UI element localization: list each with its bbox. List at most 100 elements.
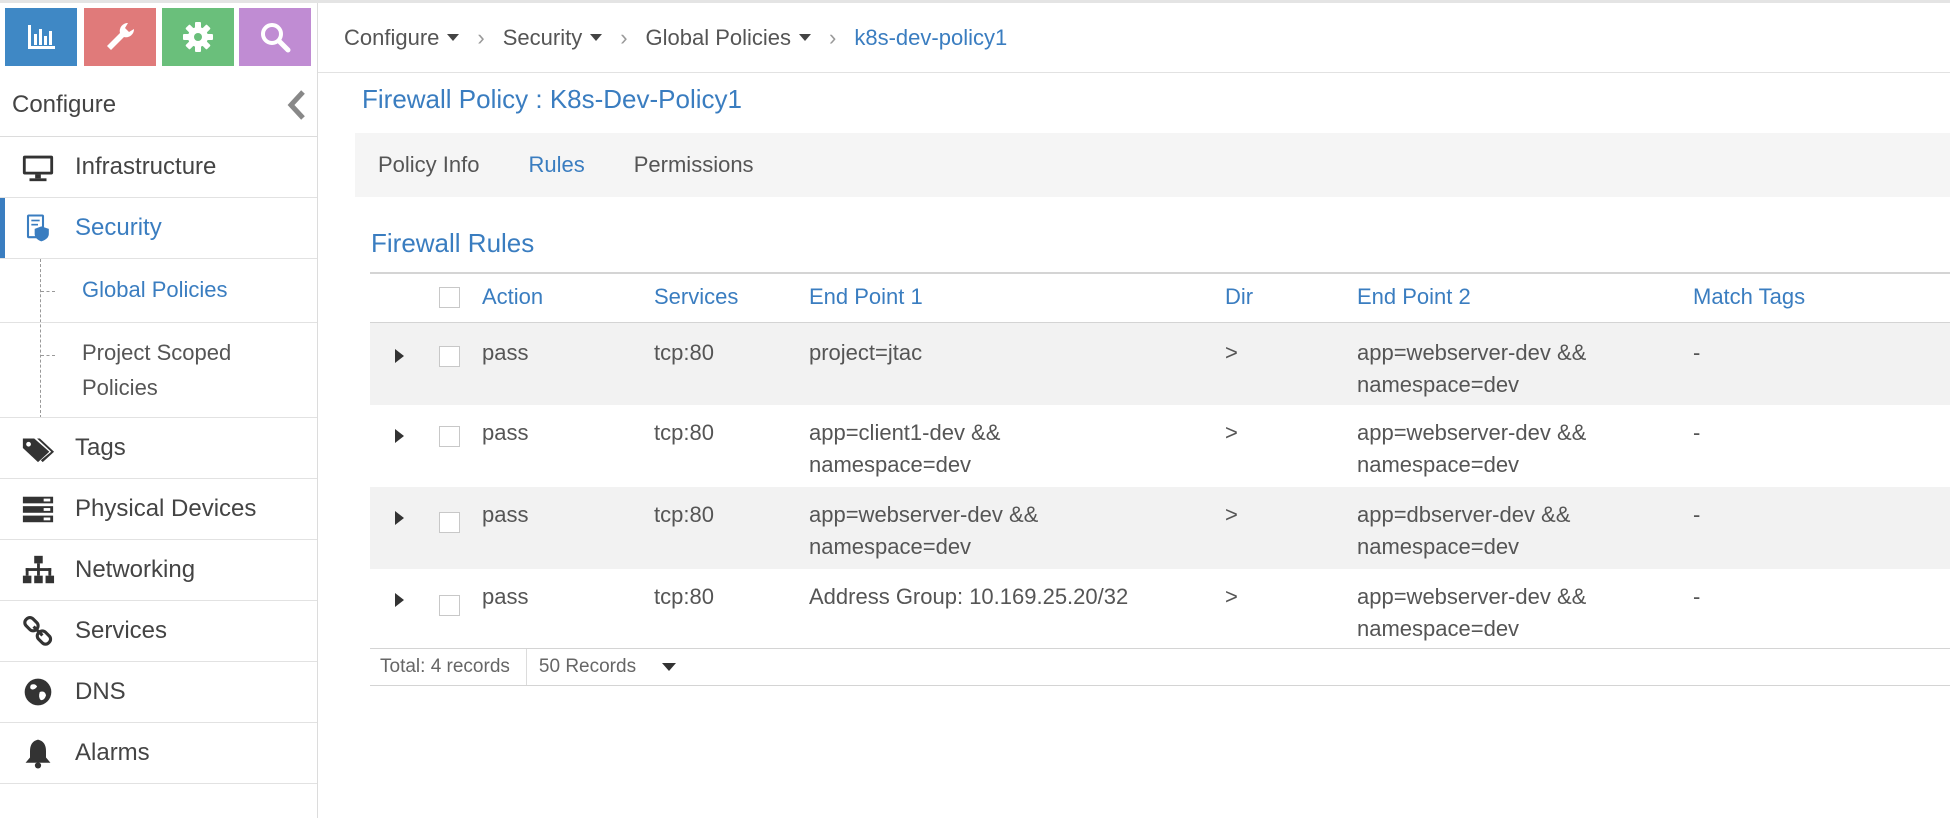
cell-dir: > xyxy=(1225,584,1238,609)
tab-policy-info[interactable]: Policy Info xyxy=(378,152,480,178)
breadcrumb-label: Global Policies xyxy=(645,24,792,50)
cell-action: pass xyxy=(482,584,529,609)
page-size-value: 50 Records xyxy=(538,656,637,677)
breadcrumb-label: k8s-dev-policy1 xyxy=(854,24,1008,50)
table-row[interactable]: pass tcp:80 project=jtac > app=webserver… xyxy=(370,323,1950,405)
page-title: Firewall Policy : K8s-Dev-Policy1 xyxy=(362,84,742,114)
cell-action: pass xyxy=(482,340,529,365)
cell-endpoint1: Address Group: 10.169.25.20/32 xyxy=(809,584,1129,609)
breadcrumb-current-policy: k8s-dev-policy1 xyxy=(854,25,1007,51)
globe-icon xyxy=(20,674,56,710)
column-header-dir[interactable]: Dir xyxy=(1225,284,1253,310)
column-header-match-tags[interactable]: Match Tags xyxy=(1693,284,1805,310)
cell-match-tags: - xyxy=(1693,340,1701,365)
row-checkbox[interactable] xyxy=(439,512,460,533)
chevron-left-icon[interactable] xyxy=(285,89,309,121)
cell-endpoint1-line1: app=webserver-dev && xyxy=(809,502,1039,527)
sidebar-header: Configure xyxy=(0,73,317,137)
configure-button[interactable] xyxy=(84,8,156,66)
breadcrumb-configure[interactable]: Configure xyxy=(344,24,460,51)
total-records: Total: 4 records xyxy=(370,649,527,685)
expand-row-icon[interactable] xyxy=(395,593,404,607)
table-row[interactable]: pass tcp:80 Address Group: 10.169.25.20/… xyxy=(370,569,1950,649)
query-button[interactable] xyxy=(239,8,311,66)
server-icon xyxy=(20,491,56,527)
monitor-button[interactable] xyxy=(5,8,77,66)
row-checkbox[interactable] xyxy=(439,426,460,447)
subitem-label: Global Policies xyxy=(82,277,228,302)
grid-footer: Total: 4 records 50 Records xyxy=(370,648,1950,686)
sidebar-item-label: DNS xyxy=(75,678,126,705)
page-size-select[interactable]: 50 Records xyxy=(527,656,677,678)
cell-endpoint2-line1: app=webserver-dev && xyxy=(1357,340,1587,365)
column-header-endpoint1[interactable]: End Point 1 xyxy=(809,284,923,310)
sidebar-item-services[interactable]: Services xyxy=(0,601,317,662)
caret-down-icon xyxy=(447,34,460,41)
row-checkbox[interactable] xyxy=(439,595,460,616)
breadcrumb: Configure › Security › Global Policies ›… xyxy=(318,3,1950,73)
cell-endpoint1: project=jtac xyxy=(809,340,923,365)
section-title: Firewall Rules xyxy=(371,228,535,258)
sidebar-top-buttons xyxy=(0,3,317,73)
breadcrumb-security[interactable]: Security xyxy=(503,25,603,51)
bell-icon xyxy=(20,735,56,771)
expand-row-icon[interactable] xyxy=(395,349,404,363)
tab-rules[interactable]: Rules xyxy=(529,152,585,178)
sidebar-item-label: Physical Devices xyxy=(75,495,257,522)
expand-row-icon[interactable] xyxy=(395,511,404,525)
tab-permissions[interactable]: Permissions xyxy=(634,152,754,178)
cell-endpoint2-line1: app=webserver-dev && xyxy=(1357,420,1587,445)
cell-dir: > xyxy=(1225,340,1238,365)
wrench-icon xyxy=(107,22,135,50)
breadcrumb-label: Configure xyxy=(344,24,440,50)
cell-match-tags: - xyxy=(1693,502,1701,527)
cell-endpoint1-line1: app=client1-dev && xyxy=(809,420,1001,445)
sidebar-subitem-project-scoped-policies[interactable]: Project Scoped Policies xyxy=(0,323,317,418)
sidebar-item-physical-devices[interactable]: Physical Devices xyxy=(0,479,317,540)
sidebar-item-tags[interactable]: Tags xyxy=(0,418,317,479)
sidebar-item-alarms[interactable]: Alarms xyxy=(0,723,317,784)
sidebar-item-dns[interactable]: DNS xyxy=(0,662,317,723)
cell-endpoint2-line1: app=dbserver-dev && xyxy=(1357,502,1571,527)
grid-header: Action Services End Point 1 Dir End Poin… xyxy=(370,272,1950,323)
column-header-services[interactable]: Services xyxy=(654,284,738,310)
rules-grid: Action Services End Point 1 Dir End Poin… xyxy=(370,272,1950,649)
sidebar-subitem-global-policies[interactable]: Global Policies xyxy=(0,259,317,323)
gear-icon xyxy=(183,22,213,52)
cell-dir: > xyxy=(1225,502,1238,527)
sidebar-item-label: Infrastructure xyxy=(75,153,217,180)
tags-icon xyxy=(20,430,56,466)
cell-endpoint1-line2: namespace=dev xyxy=(809,452,972,477)
cell-services: tcp:80 xyxy=(654,584,714,609)
cell-dir: > xyxy=(1225,420,1238,445)
select-all-checkbox[interactable] xyxy=(439,287,460,308)
breadcrumb-global-policies[interactable]: Global Policies xyxy=(646,25,812,51)
chevron-right-icon: › xyxy=(620,24,628,50)
cell-match-tags: - xyxy=(1693,420,1701,445)
sidebar-item-infrastructure[interactable]: Infrastructure xyxy=(0,137,317,198)
subitem-label: Project Scoped Policies xyxy=(82,340,232,400)
sidebar-item-label: Tags xyxy=(75,434,126,461)
expand-row-icon[interactable] xyxy=(395,429,404,443)
monitor-icon xyxy=(20,149,56,185)
cell-endpoint2-line2: namespace=dev xyxy=(1357,616,1520,641)
row-checkbox[interactable] xyxy=(439,346,460,367)
tabs-bar: Policy Info Rules Permissions xyxy=(355,133,1950,197)
sidebar-item-security[interactable]: Security xyxy=(0,198,317,259)
bar-chart-icon xyxy=(28,25,55,49)
caret-down-icon xyxy=(590,34,603,41)
sidebar-item-label: Services xyxy=(75,617,168,644)
settings-button[interactable] xyxy=(162,8,234,66)
caret-down-icon xyxy=(799,34,812,41)
table-row[interactable]: pass tcp:80 app=webserver-dev && namespa… xyxy=(370,487,1950,569)
sidebar-item-label: Networking xyxy=(75,556,196,583)
sidebar-item-networking[interactable]: Networking xyxy=(0,540,317,601)
sidebar-title: Configure xyxy=(12,90,117,118)
shield-document-icon xyxy=(20,210,56,246)
column-header-action[interactable]: Action xyxy=(482,284,543,310)
search-icon xyxy=(261,23,291,53)
cell-services: tcp:80 xyxy=(654,502,714,527)
table-row[interactable]: pass tcp:80 app=client1-dev && namespace… xyxy=(370,405,1950,487)
network-icon xyxy=(20,552,56,588)
column-header-endpoint2[interactable]: End Point 2 xyxy=(1357,284,1471,310)
